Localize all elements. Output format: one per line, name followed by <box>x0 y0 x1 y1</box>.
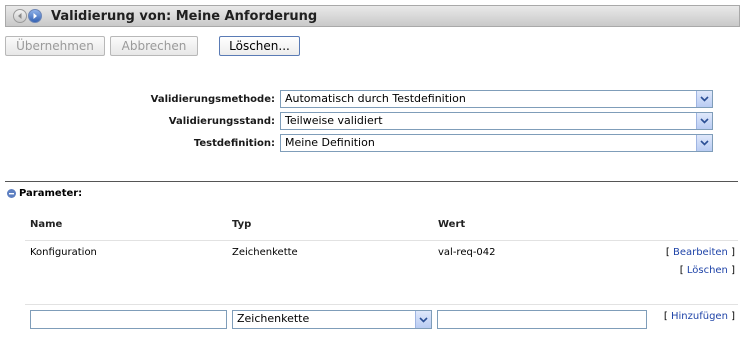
new-param-value-input[interactable] <box>437 310 647 329</box>
add-action: [ Hinzufügen ] <box>663 311 735 322</box>
test-definition-label: Testdefinition: <box>193 138 275 149</box>
delete-button[interactable]: Löschen... <box>219 36 300 56</box>
cancel-button[interactable]: Abbrechen <box>110 36 198 56</box>
validation-method-value: Automatisch durch Testdefinition <box>285 92 466 105</box>
table-footer-divider <box>25 304 738 305</box>
validation-status-value: Teilweise validiert <box>285 114 383 127</box>
apply-button[interactable]: Übernehmen <box>5 36 105 56</box>
new-param-type-select[interactable]: Zeichenkette <box>232 310 432 329</box>
parameters-section-label: Parameter: <box>19 188 83 199</box>
collapse-icon[interactable] <box>7 189 16 198</box>
new-param-name-input[interactable] <box>30 310 227 329</box>
delete-action: [ Löschen ] <box>679 265 735 276</box>
chevron-down-icon[interactable] <box>415 311 431 328</box>
column-header-type: Typ <box>232 219 252 230</box>
chevron-down-icon[interactable] <box>696 135 712 151</box>
column-header-value: Wert <box>438 219 466 230</box>
test-definition-select[interactable]: Meine Definition <box>280 134 713 152</box>
page-title: Validierung von: Meine Anforderung <box>51 9 318 24</box>
validation-status-select[interactable]: Teilweise validiert <box>280 112 713 130</box>
edit-action: [ Bearbeiten ] <box>665 247 735 258</box>
test-definition-value: Meine Definition <box>285 136 375 149</box>
table-header-divider <box>25 240 738 241</box>
column-header-name: Name <box>30 219 63 230</box>
param-type: Zeichenkette <box>232 247 298 258</box>
title-bar: Validierung von: Meine Anforderung <box>5 5 740 27</box>
delete-link[interactable]: Löschen <box>687 265 728 276</box>
validation-status-label: Validierungsstand: <box>168 116 275 127</box>
add-link[interactable]: Hinzufügen <box>671 311 728 322</box>
chevron-down-icon[interactable] <box>696 113 712 129</box>
chevron-down-icon[interactable] <box>696 91 712 107</box>
edit-link[interactable]: Bearbeiten <box>673 247 728 258</box>
section-divider <box>5 181 738 182</box>
param-value: val-req-042 <box>438 247 496 258</box>
back-arrow-icon[interactable] <box>13 9 27 23</box>
new-param-type-value: Zeichenkette <box>237 312 310 325</box>
validation-method-label: Validierungsmethode: <box>150 94 275 105</box>
forward-arrow-icon[interactable] <box>28 9 42 23</box>
validation-method-select[interactable]: Automatisch durch Testdefinition <box>280 90 713 108</box>
param-name: Konfiguration <box>30 247 97 258</box>
